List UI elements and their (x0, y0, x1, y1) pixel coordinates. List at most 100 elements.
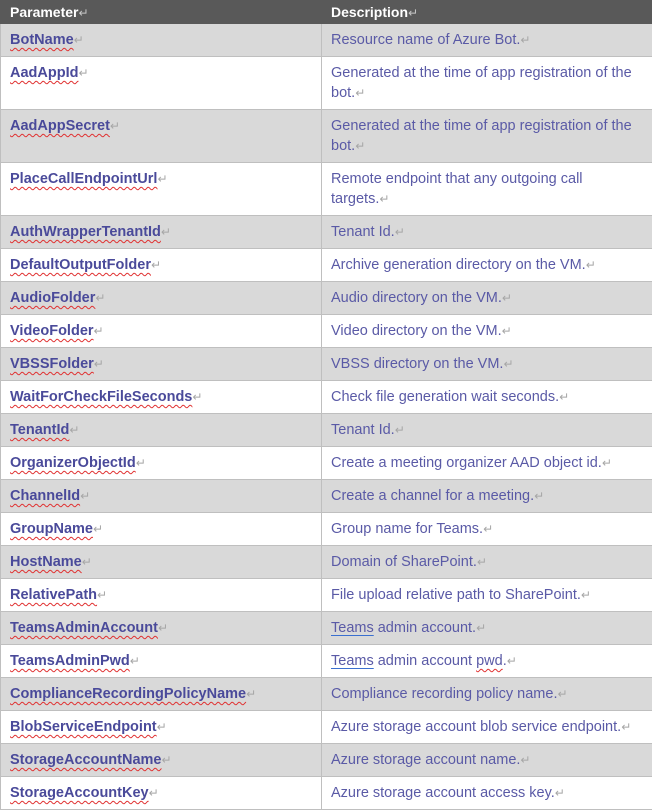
paragraph-mark: ↵ (136, 456, 146, 470)
parameter-name: RelativePath (10, 587, 97, 603)
paragraph-mark: ↵ (586, 258, 596, 272)
table-row: BotName↵Resource name of Azure Bot.↵ (1, 24, 652, 57)
paragraph-mark: ↵ (94, 324, 104, 338)
table-row: StorageAccountName↵Azure storage account… (1, 744, 652, 777)
paragraph-mark: ↵ (97, 588, 107, 602)
description-cell: Create a meeting organizer AAD object id… (322, 447, 652, 480)
parameter-cell: AadAppId↵ (1, 57, 322, 110)
description-text: Group name for Teams. (331, 521, 483, 537)
description-flagged: pwd (476, 653, 503, 669)
description-cell: Audio directory on the VM.↵ (322, 282, 652, 315)
paragraph-mark: ↵ (157, 172, 167, 186)
paragraph-mark: ↵ (355, 139, 365, 153)
paragraph-mark: ↵ (110, 119, 120, 133)
paragraph-mark: ↵ (161, 225, 171, 239)
parameter-name: VideoFolder (10, 323, 94, 339)
description-cell: Generated at the time of app registratio… (322, 57, 652, 110)
paragraph-mark: ↵ (82, 555, 92, 569)
table-row: TeamsAdminPwd↵Teams admin account pwd.↵ (1, 645, 652, 678)
table-row: TeamsAdminAccount↵Teams admin account.↵ (1, 612, 652, 645)
description-cell: Domain of SharePoint.↵ (322, 546, 652, 579)
table-row: DefaultOutputFolder↵Archive generation d… (1, 249, 652, 282)
description-lead: Teams (331, 653, 374, 669)
paragraph-mark: ↵ (602, 456, 612, 470)
parameter-name: VBSSFolder (10, 356, 94, 372)
parameter-cell: DefaultOutputFolder↵ (1, 249, 322, 282)
description-text: Azure storage account name. (331, 752, 520, 768)
description-cell: Azure storage account name.↵ (322, 744, 652, 777)
parameter-cell: OrganizerObjectId↵ (1, 447, 322, 480)
parameter-table: Parameter↵ Description↵ BotName↵Resource… (0, 0, 652, 810)
header-row: Parameter↵ Description↵ (1, 1, 652, 24)
description-text: Compliance recording policy name. (331, 686, 557, 702)
description-text: Generated at the time of app registratio… (331, 118, 632, 154)
description-cell: Teams admin account pwd.↵ (322, 645, 652, 678)
parameter-name: AudioFolder (10, 290, 95, 306)
paragraph-mark: ↵ (520, 33, 530, 47)
description-text: admin account. (374, 620, 476, 636)
description-text: Audio directory on the VM. (331, 290, 502, 306)
description-text: Azure storage account blob service endpo… (331, 719, 621, 735)
parameter-name: AadAppId (10, 65, 78, 81)
parameter-cell: AuthWrapperTenantId↵ (1, 216, 322, 249)
description-cell: Resource name of Azure Bot.↵ (322, 24, 652, 57)
table-row: StorageAccountKey↵Azure storage account … (1, 777, 652, 810)
parameter-cell: StorageAccountKey↵ (1, 777, 322, 810)
parameter-cell: ChannelId↵ (1, 480, 322, 513)
parameter-name: WaitForCheckFileSeconds (10, 389, 192, 405)
parameter-cell: AadAppSecret↵ (1, 110, 322, 163)
paragraph-mark: ↵ (483, 522, 493, 536)
parameter-name: OrganizerObjectId (10, 455, 136, 471)
parameter-name: PlaceCallEndpointUrl (10, 171, 157, 187)
table-row: ChannelId↵Create a channel for a meeting… (1, 480, 652, 513)
paragraph-mark: ↵ (502, 324, 512, 338)
table-row: OrganizerObjectId↵Create a meeting organ… (1, 447, 652, 480)
parameter-cell: GroupName↵ (1, 513, 322, 546)
paragraph-mark: ↵ (74, 33, 84, 47)
parameter-name: DefaultOutputFolder (10, 257, 151, 273)
parameter-name: AuthWrapperTenantId (10, 224, 161, 240)
description-cell: Generated at the time of app registratio… (322, 110, 652, 163)
description-text: Video directory on the VM. (331, 323, 502, 339)
description-cell: Group name for Teams.↵ (322, 513, 652, 546)
description-cell: Azure storage account blob service endpo… (322, 711, 652, 744)
table-row: PlaceCallEndpointUrl↵ Remote endpoint tha… (1, 163, 652, 216)
description-cell: Remote endpoint that any outgoing call t… (322, 163, 652, 216)
paragraph-mark: ↵ (621, 720, 631, 734)
description-text: Tenant Id. (331, 224, 395, 240)
header-description: Description↵ (322, 1, 652, 24)
description-cell: Compliance recording policy name.↵ (322, 678, 652, 711)
description-text: Archive generation directory on the VM. (331, 257, 586, 273)
header-parameter: Parameter↵ (1, 1, 322, 24)
description-cell: Azure storage account access key.↵ (322, 777, 652, 810)
paragraph-mark: ↵ (477, 555, 487, 569)
parameter-cell: VBSSFolder↵ (1, 348, 322, 381)
parameter-cell: RelativePath↵ (1, 579, 322, 612)
paragraph-mark: ↵ (503, 357, 513, 371)
paragraph-mark: ↵ (559, 390, 569, 404)
description-cell: Tenant Id.↵ (322, 216, 652, 249)
paragraph-mark: ↵ (69, 423, 79, 437)
parameter-name: TeamsAdminPwd (10, 653, 130, 669)
parameter-cell: HostName↵ (1, 546, 322, 579)
table-body: BotName↵Resource name of Azure Bot.↵AadA… (1, 24, 652, 810)
paragraph-mark: ↵ (161, 753, 171, 767)
parameter-cell: TenantId↵ (1, 414, 322, 447)
parameter-cell: AudioFolder↵ (1, 282, 322, 315)
parameter-name: BlobServiceEndpoint (10, 719, 157, 735)
paragraph-mark: ↵ (94, 357, 104, 371)
paragraph-mark: ↵ (557, 687, 567, 701)
description-text: Remote endpoint that any outgoing call t… (331, 171, 583, 207)
description-cell: Teams admin account.↵ (322, 612, 652, 645)
paragraph-mark: ↵ (534, 489, 544, 503)
table-row: VBSSFolder↵VBSS directory on the VM.↵ (1, 348, 652, 381)
parameter-name: HostName (10, 554, 82, 570)
parameter-cell: VideoFolder↵ (1, 315, 322, 348)
table-row: VideoFolder↵Video directory on the VM.↵ (1, 315, 652, 348)
table-row: GroupName↵Group name for Teams.↵ (1, 513, 652, 546)
paragraph-mark: ↵ (149, 786, 159, 800)
parameter-name: StorageAccountKey (10, 785, 149, 801)
description-text: VBSS directory on the VM. (331, 356, 503, 372)
description-cell: Archive generation directory on the VM.↵ (322, 249, 652, 282)
parameter-cell: TeamsAdminPwd↵ (1, 645, 322, 678)
